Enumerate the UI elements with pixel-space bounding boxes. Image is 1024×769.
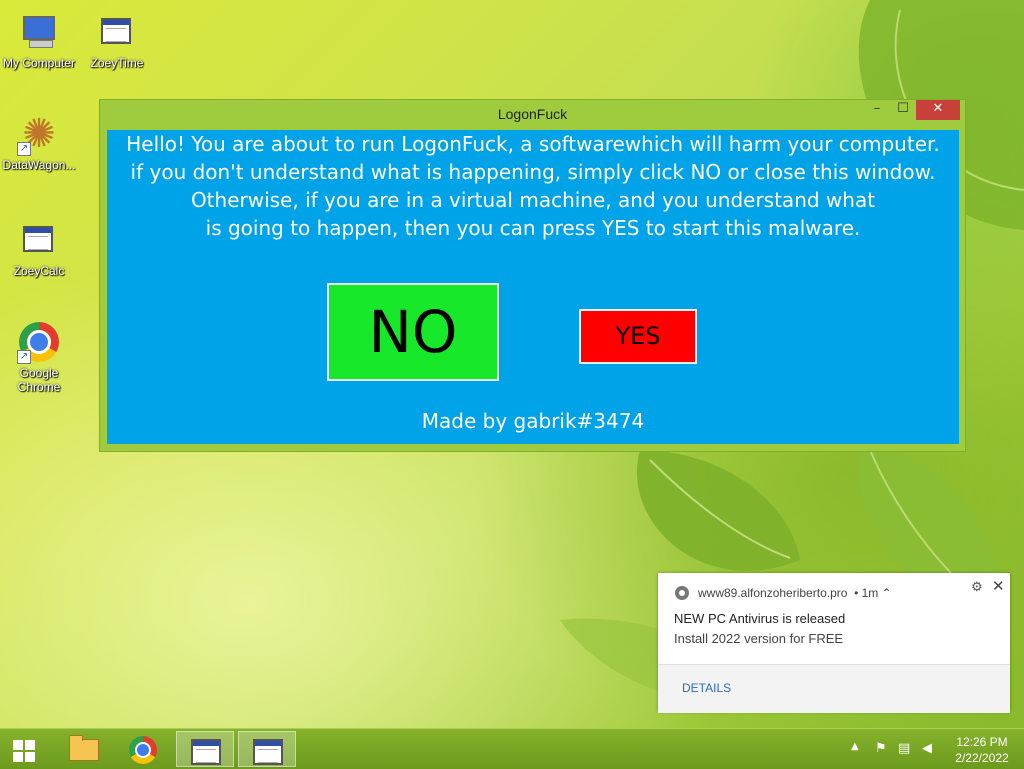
desktop-icon-google-chrome[interactable]: ↗ Google Chrome xyxy=(0,320,78,394)
datawagon-icon: ✺ ↗ xyxy=(17,112,61,156)
volume-muted-icon[interactable]: ◀ xyxy=(922,741,932,756)
notification-body: Install 2022 version for FREE xyxy=(674,631,844,646)
taskbar: ▲ ⚑ ▤ ◀ 12:26 PM 2/22/2022 xyxy=(0,728,1024,769)
message-line: is going to happen, then you can press Y… xyxy=(205,216,861,240)
taskbar-app-window-2[interactable] xyxy=(238,731,296,767)
desktop-icon-label: My Computer xyxy=(2,56,76,70)
close-icon[interactable]: ✕ xyxy=(992,577,1005,595)
credit-text: Made by gabrik#3474 xyxy=(421,409,645,433)
desktop-icon-my-computer[interactable]: My Computer xyxy=(0,10,78,70)
folder-icon xyxy=(69,735,99,761)
desktop-icon-datawagon[interactable]: ✺ ↗ DataWagon... xyxy=(0,112,78,172)
desktop-icon-label: Google Chrome xyxy=(17,366,61,394)
logonfuck-window: LogonFuck – ☐ ✕ Hello! You are about to … xyxy=(99,99,966,452)
show-hidden-icons-chevron-icon[interactable]: ▲ xyxy=(851,741,859,752)
message-line: Otherwise, if you are in a virtual machi… xyxy=(190,188,876,212)
application-window-icon xyxy=(95,10,139,54)
application-window-icon xyxy=(253,739,283,765)
my-computer-icon xyxy=(17,10,61,54)
close-button[interactable]: ✕ xyxy=(916,100,960,120)
application-window-icon xyxy=(17,218,61,262)
notification-source: www89.alfonzoheriberto.pro • 1m ⌃ xyxy=(698,586,892,600)
clock-time[interactable]: 12:26 PM xyxy=(952,735,1012,749)
clock-date[interactable]: 2/22/2022 xyxy=(946,751,1018,765)
notification-toast[interactable]: www89.alfonzoheriberto.pro • 1m ⌃ ⚙ ✕ NE… xyxy=(658,573,1010,713)
shortcut-arrow-icon: ↗ xyxy=(17,142,31,156)
desktop-icon-label: ZoeyCalc xyxy=(13,264,65,278)
chrome-icon xyxy=(129,736,157,764)
application-window-icon xyxy=(191,739,221,765)
message-line: if you don't understand what is happenin… xyxy=(130,160,936,184)
maximize-button[interactable]: ☐ xyxy=(890,100,916,120)
network-icon[interactable]: ▤ xyxy=(898,741,910,756)
windows-logo-icon xyxy=(13,740,35,762)
title-bar[interactable]: LogonFuck – ☐ ✕ xyxy=(100,100,965,130)
gear-icon[interactable]: ⚙ xyxy=(971,579,983,595)
notification-age: • 1m ⌃ xyxy=(854,586,892,600)
minimize-button[interactable]: – xyxy=(864,100,890,120)
desktop-icon-label: DataWagon... xyxy=(2,158,76,172)
notification-footer: DETAILS xyxy=(658,664,1010,713)
window-client-area: Hello! You are about to run LogonFuck, a… xyxy=(107,130,959,444)
action-center-icon[interactable]: ⚑ xyxy=(875,741,887,756)
notification-title: NEW PC Antivirus is released xyxy=(674,611,846,626)
chrome-icon xyxy=(675,586,689,600)
taskbar-file-explorer[interactable] xyxy=(52,731,110,767)
no-button[interactable]: NO xyxy=(327,283,499,381)
desktop-icon-zoeytime[interactable]: ZoeyTime xyxy=(78,10,156,70)
window-title: LogonFuck xyxy=(497,106,568,122)
shortcut-arrow-icon: ↗ xyxy=(17,350,31,364)
details-button[interactable]: DETAILS xyxy=(682,681,731,695)
warning-message: Hello! You are about to run LogonFuck, a… xyxy=(107,130,959,242)
chrome-icon: ↗ xyxy=(17,320,61,364)
notification-source-url: www89.alfonzoheriberto.pro xyxy=(698,586,848,600)
desktop-icon-zoeycalc[interactable]: ZoeyCalc xyxy=(0,218,78,278)
yes-button[interactable]: YES xyxy=(579,309,697,364)
desktop-icon-label: ZoeyTime xyxy=(90,56,144,70)
message-line: Hello! You are about to run LogonFuck, a… xyxy=(126,132,940,156)
taskbar-google-chrome[interactable] xyxy=(114,731,172,767)
start-button[interactable] xyxy=(0,731,48,767)
taskbar-app-window-1[interactable] xyxy=(176,731,234,767)
